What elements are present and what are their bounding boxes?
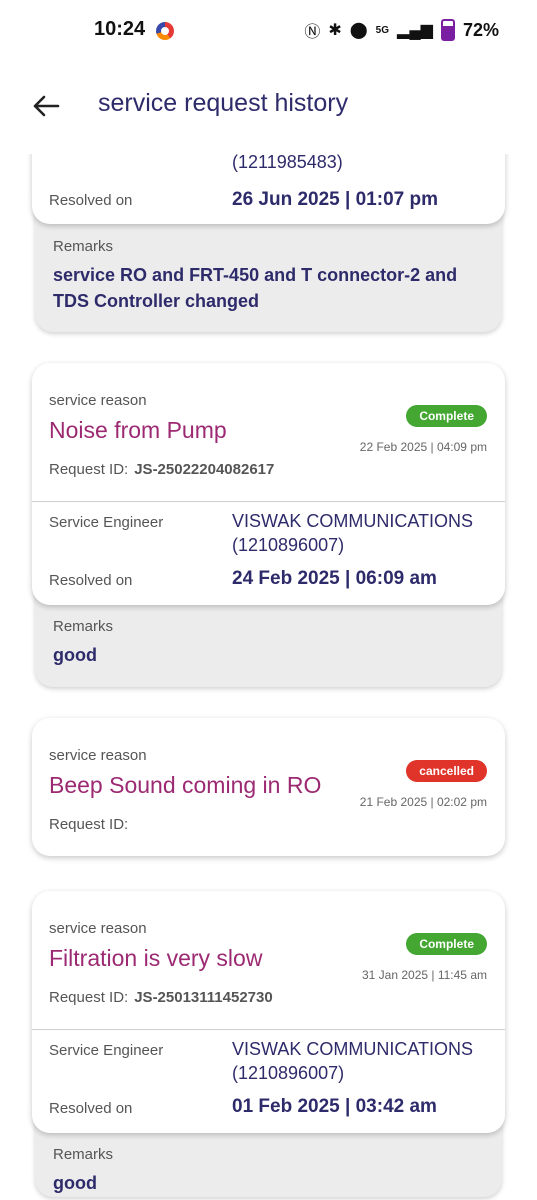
request-id: JS-25022204082617 [134,461,275,478]
request-card[interactable]: service reason Noise from Pump Complete … [32,363,505,605]
request-id-row: Request ID: [49,816,134,833]
engineer-name: (1211985483) [232,154,343,172]
remarks-text: good [53,645,97,665]
service-engineer-label: Service Engineer [49,1042,164,1059]
remarks-label: Remarks [53,1146,114,1163]
app-notification-icon [156,22,174,40]
battery-percent: 72% [462,19,499,40]
request-date: 31 Jan 2025 | 11:45 am [362,968,487,982]
request-id-row: Request ID: JS-25013111452730 [49,989,273,1006]
status-time: 10:24 [94,18,146,40]
resolved-on-value: 26 Jun 2025 | 01:07 pm [232,189,438,210]
service-reason: Beep Sound coming in RO [49,772,322,798]
status-bar: 10:24 Ⓝ ✱ ⬤ 5G ▂▄▆ 72% [0,0,537,62]
engineer-name: VISWAK COMMUNICATIONS (1210896007) [232,511,474,555]
service-reason-label: service reason [49,392,147,409]
resolved-on-label: Resolved on [49,572,133,589]
request-date: 22 Feb 2025 | 04:09 pm [359,440,487,454]
card-divider [32,501,505,502]
arrow-left-icon [33,95,60,117]
remarks-text: good [53,1173,97,1193]
request-id-label: Request ID: [49,461,129,478]
status-badge: Complete [406,933,487,955]
request-id: JS-25013111452730 [134,989,273,1006]
remarks-text: service RO and FRT-450 and T connector-2… [53,265,458,311]
signal-icon: ▂▄▆ [397,22,433,39]
request-id-label: Request ID: [49,816,129,833]
request-id-label: Request ID: [49,989,129,1006]
back-button[interactable] [26,86,66,126]
request-list[interactable]: Remarks service RO and FRT-450 and T con… [0,154,537,1200]
engineer-name: VISWAK COMMUNICATIONS (1210896007) [232,1039,474,1083]
resolved-on-label: Resolved on [49,192,133,209]
page-title: service request history [98,89,349,117]
battery-icon [440,19,455,41]
remarks-label: Remarks [53,618,114,635]
service-reason: Filtration is very slow [49,945,263,971]
service-reason-label: service reason [49,747,147,764]
app-bar: service request history [0,62,537,154]
remarks-label: Remarks [53,238,114,255]
service-engineer-label: Service Engineer [49,514,164,531]
location-icon: ⬤ [349,22,368,39]
nfc-icon: Ⓝ [304,24,321,41]
resolved-on-value: 01 Feb 2025 | 03:42 am [232,1096,437,1117]
status-icons: Ⓝ ✱ ⬤ 5G ▂▄▆ 72% [304,18,499,42]
request-card[interactable]: service reason Beep Sound coming in RO c… [32,718,505,856]
request-id-row: Request ID: JS-25022204082617 [49,461,274,478]
service-reason-label: service reason [49,920,147,937]
request-date: 21 Feb 2025 | 02:02 pm [359,795,487,809]
resolved-on-label: Resolved on [49,1100,133,1117]
status-badge: Complete [406,405,487,427]
service-reason: Noise from Pump [49,417,227,443]
card-divider [32,1029,505,1030]
bluetooth-icon: ✱ [328,22,342,39]
request-card[interactable]: (1211985483) Resolved on 26 Jun 2025 | 0… [32,154,505,224]
request-card[interactable]: service reason Filtration is very slow C… [32,891,505,1133]
resolved-on-value: 24 Feb 2025 | 06:09 am [232,568,437,589]
network-type-icon: 5G [375,24,390,36]
status-badge: cancelled [406,760,487,782]
